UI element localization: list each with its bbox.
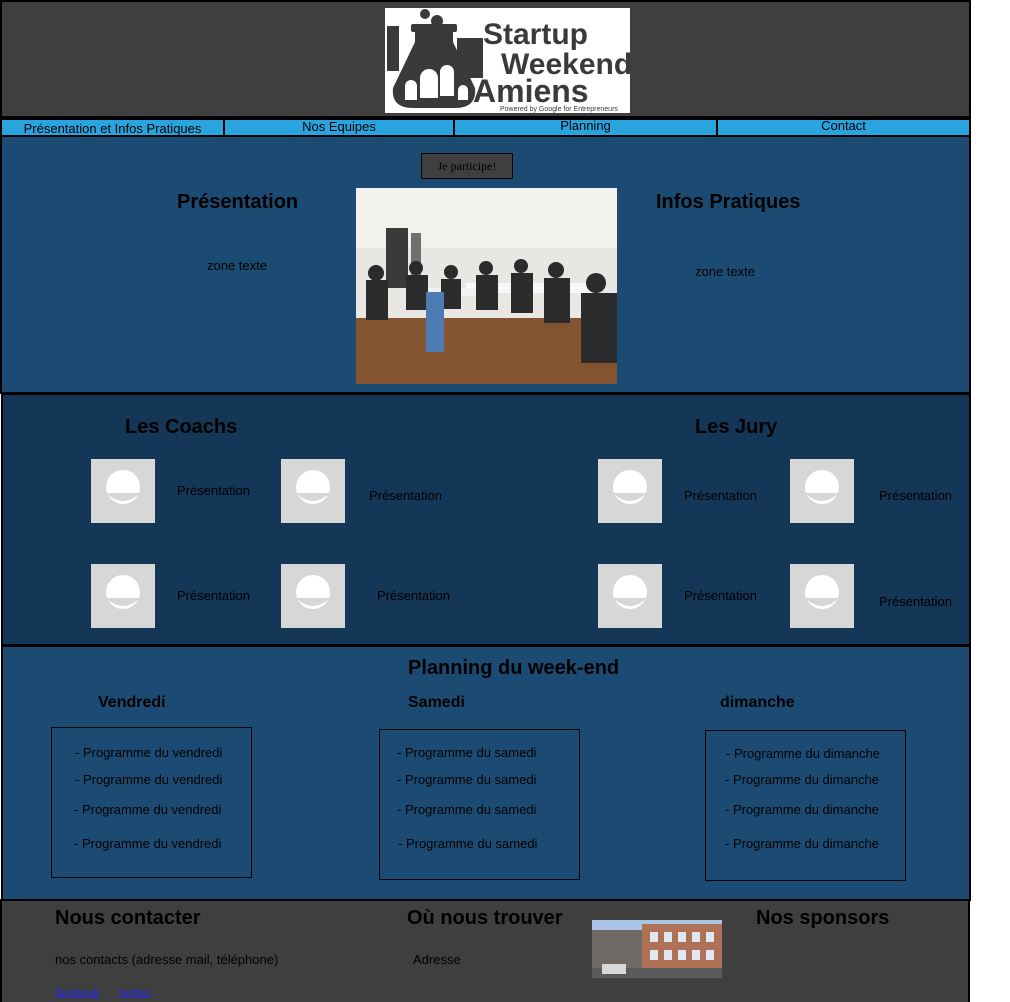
infos-pratiques-title: Infos Pratiques [656,191,801,213]
jury-avatar [598,564,662,628]
infos-pratiques-text: zone texte [695,264,755,279]
jury-title: Les Jury [695,416,778,438]
day-title-samedi: Samedi [408,694,465,711]
jury-avatar [790,564,854,628]
program-item: - Programme du samedi [397,772,537,787]
twitter-link[interactable]: twitter [119,985,150,1000]
coachs-title: Les Coachs [125,416,238,438]
planning-title: Planning du week-end [408,657,620,679]
day-title-vendredi: Vendredi [98,694,166,711]
sponsors-title: Nos sponsors [756,907,890,929]
coach-avatar [91,564,155,628]
presentation-title: Présentation [177,191,299,213]
logo-line3: Amiens [473,73,589,109]
program-item: - Programme du samedi [398,836,538,851]
program-item: - Programme du dimanche [725,802,879,817]
jury-presentation: Présentation [684,588,757,603]
nav-presentation[interactable]: Présentation et Infos Pratiques [0,118,225,137]
coach-avatar [281,564,345,628]
presentation-text: zone texte [207,258,267,273]
coach-avatar [91,459,155,523]
program-item: - Programme du vendredi [75,745,223,760]
coach-presentation: Présentation [369,488,442,503]
program-item: - Programme du dimanche [725,772,879,787]
startup-weekend-amiens-logo[interactable]: Startup Weekend Amiens Powered by Google… [385,8,630,113]
coach-presentation: Présentation [377,588,450,603]
jury-presentation: Présentation [879,594,952,609]
program-item: - Programme du dimanche [726,746,880,761]
location-title: Où nous trouver [407,907,563,929]
jury-presentation: Présentation [684,488,757,503]
program-item: - Programme du vendredi [74,802,222,817]
event-photo [356,188,617,384]
program-item: - Programme du samedi [397,802,537,817]
logo-line1: Startup [483,18,588,51]
location-text: Adresse [413,952,461,967]
program-item: - Programme du vendredi [74,836,222,851]
program-item: - Programme du dimanche [725,836,879,851]
logo-tagline: Powered by Google for Entrepreneurs [500,106,618,113]
program-item: - Programme du samedi [397,745,537,760]
je-participe-button[interactable]: Je participe! [421,153,513,179]
day-title-dimanche: dimanche [720,694,795,711]
coach-presentation: Présentation [177,588,250,603]
contact-title: Nous contacter [55,907,201,929]
jury-avatar [790,459,854,523]
location-photo [592,920,722,978]
nav-planning[interactable]: Planning [453,118,718,137]
coach-avatar [281,459,345,523]
jury-avatar [598,459,662,523]
contact-text: nos contacts (adresse mail, téléphone) [55,952,279,967]
nav-contact[interactable]: Contact [716,118,971,137]
program-item: - Programme du vendredi [75,772,223,787]
coach-presentation: Présentation [177,483,250,498]
jury-presentation: Présentation [879,488,952,503]
nav-equipes[interactable]: Nos Equipes [223,118,455,137]
facebook-link[interactable]: facebook [55,985,99,1000]
